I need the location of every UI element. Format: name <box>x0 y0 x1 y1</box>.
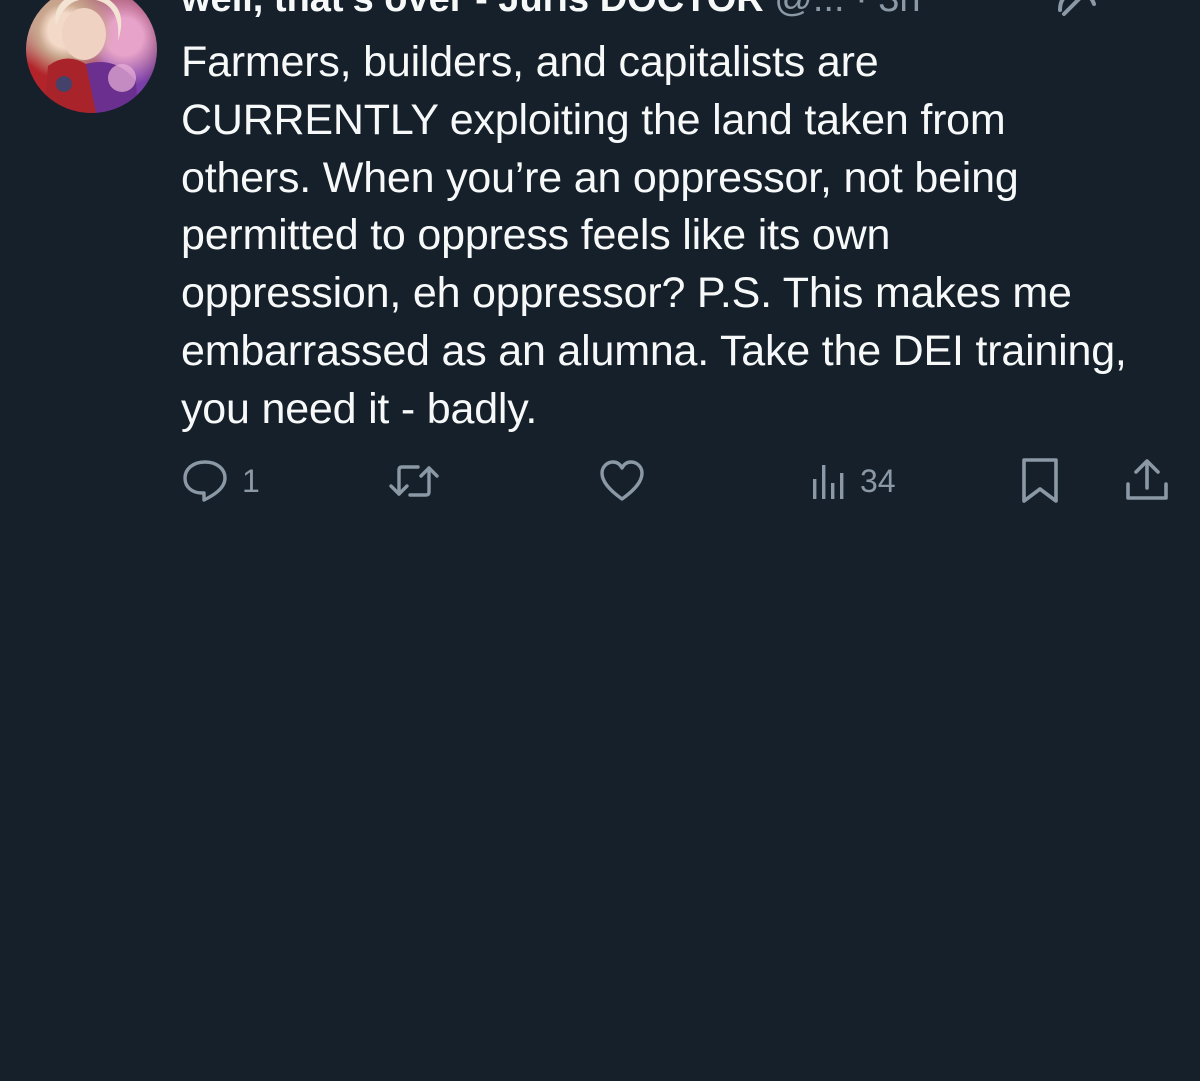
reply-button[interactable]: 1 <box>180 456 260 506</box>
avatar[interactable] <box>26 0 157 113</box>
timestamp[interactable]: 3h <box>878 0 920 20</box>
tweet-header: well, that's over - Juris DOCTOR @... · … <box>181 0 1200 20</box>
bookmark-icon <box>1022 458 1058 503</box>
views-icon <box>813 465 844 499</box>
share-icon <box>1126 459 1168 500</box>
tweet-text-line: you need it - badly. <box>181 384 538 433</box>
reply-count: 1 <box>242 462 260 499</box>
tweet-text-line: others. When you’re an oppressor, not be… <box>181 153 1019 202</box>
tweet-text: Farmers, builders, and capitalists are C… <box>181 34 1181 439</box>
bookmark-button[interactable] <box>1016 456 1064 506</box>
more-icon[interactable] <box>1124 0 1170 8</box>
tweet[interactable]: well, that's over - Juris DOCTOR @... · … <box>0 0 1200 1081</box>
tweet-text-line: oppression, eh oppressor? P.S. This make… <box>181 269 1072 318</box>
views-button[interactable]: 34 <box>808 456 896 506</box>
retweet-icon <box>389 465 439 497</box>
tweet-text-line: CURRENTLY exploiting the land taken from <box>181 95 1006 144</box>
views-count: 34 <box>860 462 896 499</box>
tweet-text-line: embarrassed as an alumna. Take the DEI t… <box>181 326 1127 375</box>
heart-icon <box>600 460 644 501</box>
grok-icon[interactable] <box>1054 0 1100 20</box>
user-handle[interactable]: @... <box>774 0 844 20</box>
tweet-text-line: permitted to oppress feels like its own <box>181 211 891 260</box>
share-button[interactable] <box>1122 456 1172 506</box>
tweet-text-line: Farmers, builders, and capitalists are <box>181 38 879 86</box>
reply-icon <box>183 460 227 502</box>
retweet-button[interactable] <box>388 456 452 506</box>
display-name[interactable]: well, that's over - Juris DOCTOR <box>181 0 764 20</box>
separator-dot: · <box>855 0 868 20</box>
avatar-image <box>44 0 138 113</box>
like-button[interactable] <box>598 456 658 506</box>
